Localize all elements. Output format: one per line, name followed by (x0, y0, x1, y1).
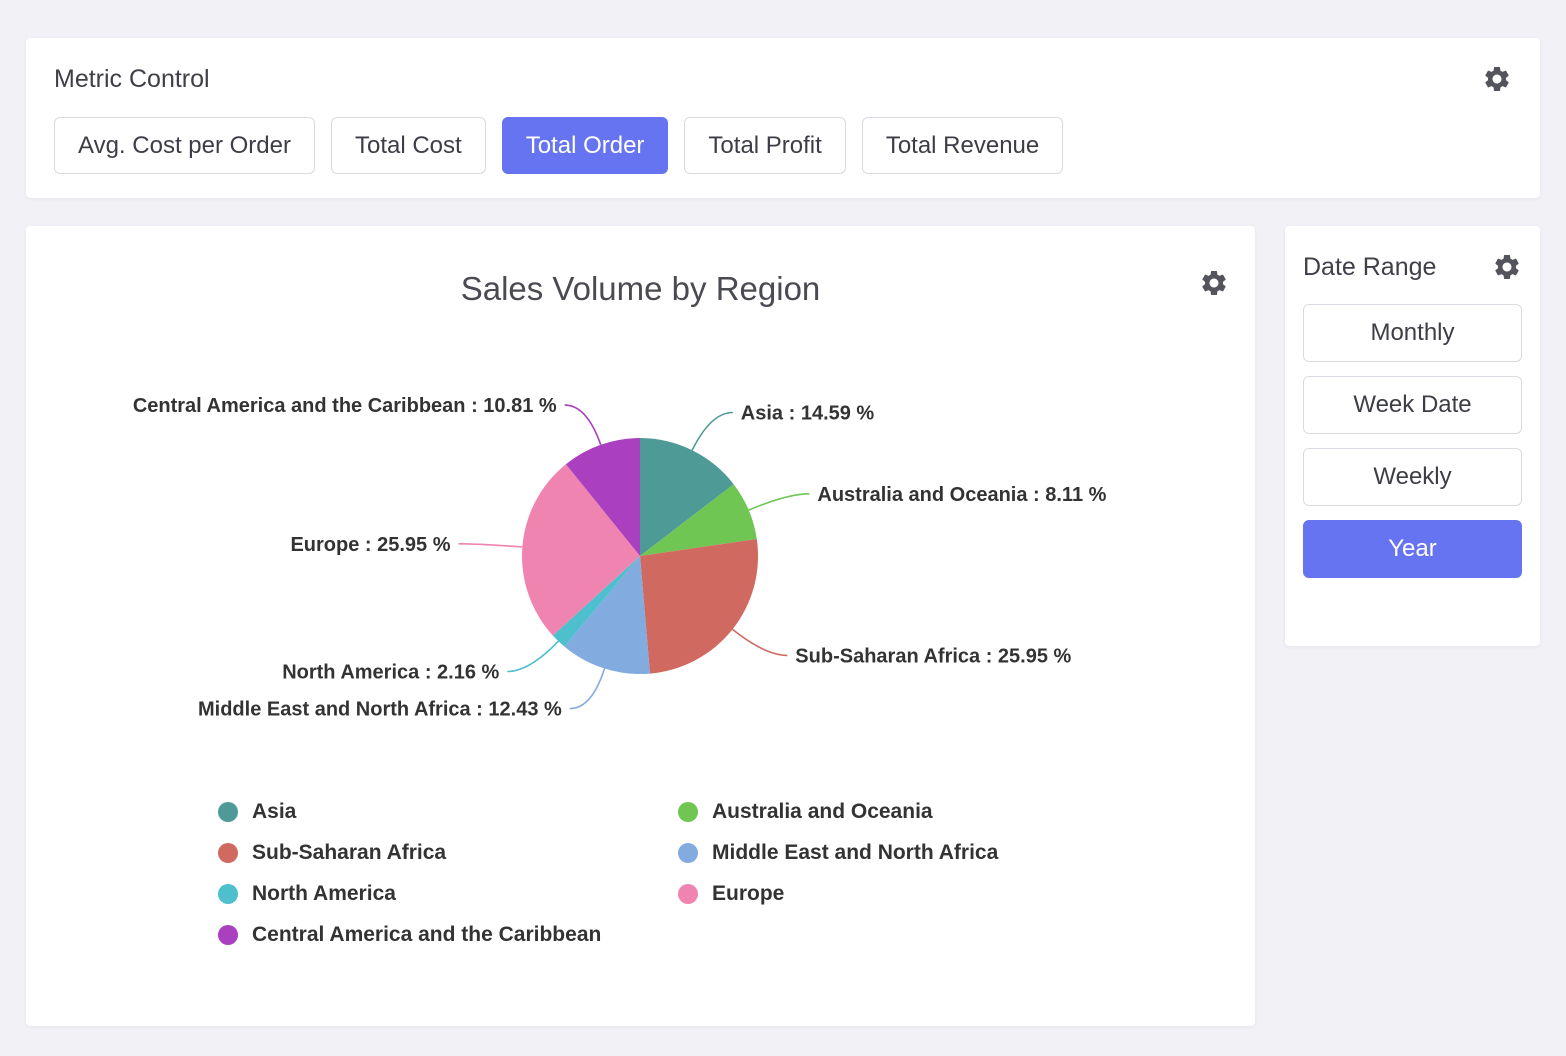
metric-settings-gear-icon[interactable] (1482, 64, 1512, 94)
pie-label-line-europe (459, 544, 523, 547)
legend-label: Asia (252, 800, 296, 824)
metric-button-avg-cost-per-order[interactable]: Avg. Cost per Order (54, 117, 315, 174)
pie-chart-svg: Asia : 14.59 % Australia and Oceania : 8.… (26, 326, 1255, 796)
metric-control-card: Metric Control Avg. Cost per Order Total … (26, 38, 1540, 198)
pie-label-line-central-america-and-the-caribbean (565, 405, 601, 445)
legend-label: Europe (712, 882, 784, 906)
legend-item-middle-east-and-north-africa[interactable]: Middle East and North Africa (678, 841, 1138, 865)
legend-label: Australia and Oceania (712, 800, 933, 824)
date-range-header: Date Range (1303, 252, 1522, 282)
date-button-weekly[interactable]: Weekly (1303, 448, 1522, 506)
legend-dot-icon (218, 925, 238, 945)
date-range-buttons: Monthly Week Date Weekly Year (1303, 304, 1522, 578)
pie-label-line-north-america (507, 641, 558, 671)
legend-item-europe[interactable]: Europe (678, 882, 1138, 906)
legend-label: North America (252, 882, 396, 906)
legend-dot-icon (678, 843, 698, 863)
dashboard-page: Metric Control Avg. Cost per Order Total … (0, 0, 1566, 1056)
pie-label-line-middle-east-and-north-africa (570, 669, 605, 709)
metric-control-header: Metric Control (42, 64, 1512, 94)
date-button-week-date[interactable]: Week Date (1303, 376, 1522, 434)
pie-label-line-asia (692, 413, 733, 451)
chart-card: Sales Volume by Region Asia : 14.59 % Aus… (26, 226, 1255, 1026)
metric-button-total-revenue[interactable]: Total Revenue (862, 117, 1063, 174)
pie-label-australia-and-oceania: Australia and Oceania : 8.11 % (817, 484, 1106, 506)
chart-legend: Asia Australia and Oceania Sub-Saharan Afr… (218, 800, 1255, 947)
legend-label: Central America and the Caribbean (252, 923, 601, 947)
pie-label-middle-east-and-north-africa: Middle East and North Africa : 12.43 % (198, 699, 562, 721)
date-button-monthly[interactable]: Monthly (1303, 304, 1522, 362)
legend-label: Sub-Saharan Africa (252, 841, 446, 865)
legend-item-central-america-and-the-caribbean[interactable]: Central America and the Caribbean (218, 923, 678, 947)
metric-button-total-profit[interactable]: Total Profit (684, 117, 845, 174)
pie-label-line-australia-and-oceania (749, 494, 810, 510)
pie-label-line-sub-saharan-africa (732, 629, 787, 655)
legend-item-australia-and-oceania[interactable]: Australia and Oceania (678, 800, 1138, 824)
main-row: Sales Volume by Region Asia : 14.59 % Aus… (26, 226, 1540, 1026)
pie-slice-sub-saharan-africa[interactable] (640, 539, 758, 674)
legend-item-sub-saharan-africa[interactable]: Sub-Saharan Africa (218, 841, 678, 865)
metric-button-total-order[interactable]: Total Order (502, 117, 669, 174)
pie-label-north-america: North America : 2.16 % (282, 662, 499, 684)
pie-label-sub-saharan-africa: Sub-Saharan Africa : 25.95 % (795, 645, 1071, 667)
chart-title: Sales Volume by Region (26, 270, 1255, 308)
pie-label-europe: Europe : 25.95 % (290, 534, 450, 556)
date-range-card: Date Range Monthly Week Date Weekly Year (1285, 226, 1540, 646)
chart-settings-gear-icon[interactable] (1199, 268, 1229, 298)
date-range-title: Date Range (1303, 253, 1436, 282)
date-button-year[interactable]: Year (1303, 520, 1522, 578)
legend-dot-icon (218, 802, 238, 822)
legend-dot-icon (678, 884, 698, 904)
pie-label-asia: Asia : 14.59 % (741, 403, 875, 425)
date-range-settings-gear-icon[interactable] (1492, 252, 1522, 282)
legend-item-north-america[interactable]: North America (218, 882, 678, 906)
metric-control-title: Metric Control (54, 65, 210, 94)
pie-label-central-america-and-the-caribbean: Central America and the Caribbean : 10.8… (133, 395, 557, 417)
metric-buttons: Avg. Cost per Order Total Cost Total Order… (42, 117, 1512, 174)
legend-dot-icon (678, 802, 698, 822)
legend-dot-icon (218, 843, 238, 863)
legend-item-asia[interactable]: Asia (218, 800, 678, 824)
legend-dot-icon (218, 884, 238, 904)
metric-button-total-cost[interactable]: Total Cost (331, 117, 486, 174)
legend-label: Middle East and North Africa (712, 841, 998, 865)
